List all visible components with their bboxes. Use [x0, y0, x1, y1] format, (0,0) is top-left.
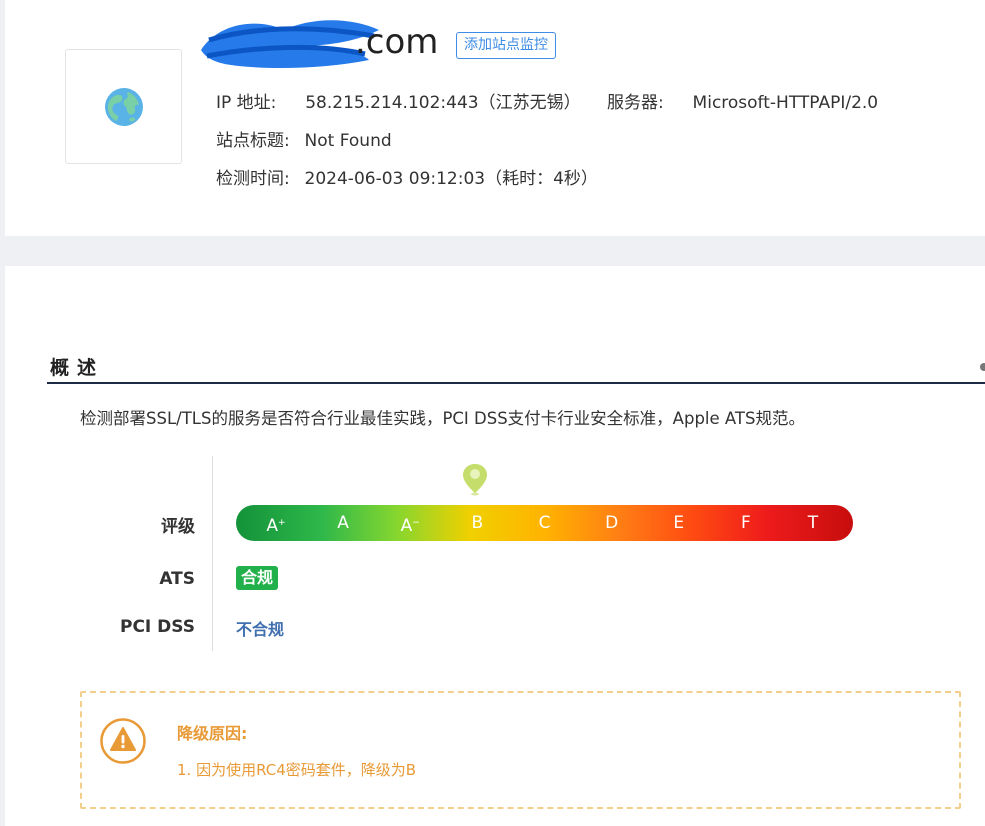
site-domain: .com	[195, 20, 439, 68]
pci-dss-status: 不合规	[236, 620, 285, 639]
grade-8: F	[740, 513, 751, 533]
label-divider	[212, 456, 213, 651]
grade-9: T	[807, 513, 819, 533]
site-logo	[65, 49, 182, 164]
current-grade-pin-icon	[463, 464, 487, 496]
check-time-row: 检测时间: 2024-06-03 09:12:03（耗时：4秒）	[216, 164, 598, 189]
pci-dss-label: PCI DSS	[119, 617, 195, 637]
grade-scale: A+ A A− B C D E F T	[236, 505, 853, 541]
downgrade-title: 降级原因:	[177, 724, 248, 743]
site-title-row: 站点标题: Not Found	[216, 126, 392, 151]
globe-icon	[104, 87, 143, 126]
server-value: Microsoft-HTTPAPI/2.0	[692, 93, 879, 113]
ats-label: ATS	[159, 569, 195, 589]
domain-suffix: .com	[355, 22, 439, 62]
warning-icon	[100, 718, 146, 764]
grade-4: B	[471, 513, 484, 533]
ip-label: IP 地址:	[216, 93, 277, 113]
ats-status-badge: 合规	[236, 566, 279, 590]
rating-label: 评级	[161, 517, 195, 537]
grade-5: C	[538, 513, 551, 533]
site-title-value: Not Found	[304, 131, 392, 151]
add-site-monitor-button[interactable]: 添加站点监控	[456, 32, 556, 59]
downgrade-reason-box: 降级原因: 1. 因为使用RC4密码套件，降级为B	[80, 691, 961, 809]
section-divider	[47, 382, 985, 384]
server-label: 服务器:	[607, 93, 664, 113]
overview-card: 概述 检测部署SSL/TLS的服务是否符合行业最佳实践，PCI DSS支付卡行业…	[5, 266, 985, 826]
ip-row: IP 地址: 58.215.214.102:443（江苏无锡）	[216, 88, 581, 113]
downgrade-reason-item: 1. 因为使用RC4密码套件，降级为B	[177, 761, 417, 779]
check-time-value: 2024-06-03 09:12:03（耗时：4秒）	[304, 169, 598, 189]
section-indicator-dot	[980, 363, 985, 371]
grade-1: A+	[266, 516, 286, 536]
ip-value: 58.215.214.102:443（江苏无锡）	[305, 93, 581, 113]
overview-description: 检测部署SSL/TLS的服务是否符合行业最佳实践，PCI DSS支付卡行业安全标…	[80, 409, 805, 428]
check-time-label: 检测时间:	[216, 169, 290, 189]
grade-2: A	[337, 513, 349, 533]
grade-3: A−	[400, 516, 420, 536]
grade-6: D	[605, 513, 619, 533]
server-row: 服务器: Microsoft-HTTPAPI/2.0	[607, 88, 878, 113]
site-summary-card: .com 添加站点监控 IP 地址: 58.215.214.102:443（江苏…	[5, 0, 985, 236]
site-title-label: 站点标题:	[216, 131, 290, 151]
grade-7: E	[673, 513, 685, 533]
overview-title: 概述	[50, 357, 105, 379]
